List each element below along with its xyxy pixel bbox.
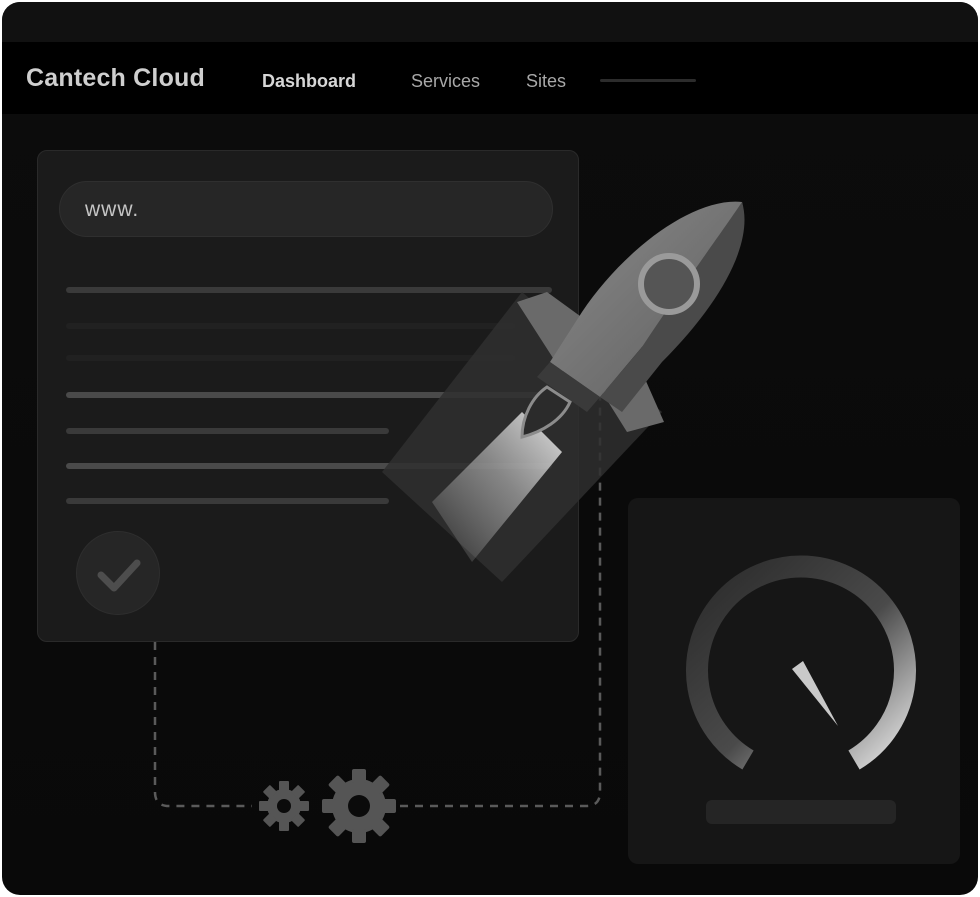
gear-icon	[259, 781, 309, 831]
illustration-overlay	[153, 201, 745, 843]
app-frame: Cantech Cloud Dashboard Services Sites w…	[2, 2, 978, 895]
connector-line	[153, 642, 252, 808]
rocket-icon	[517, 201, 745, 439]
gear-icon	[322, 769, 396, 843]
